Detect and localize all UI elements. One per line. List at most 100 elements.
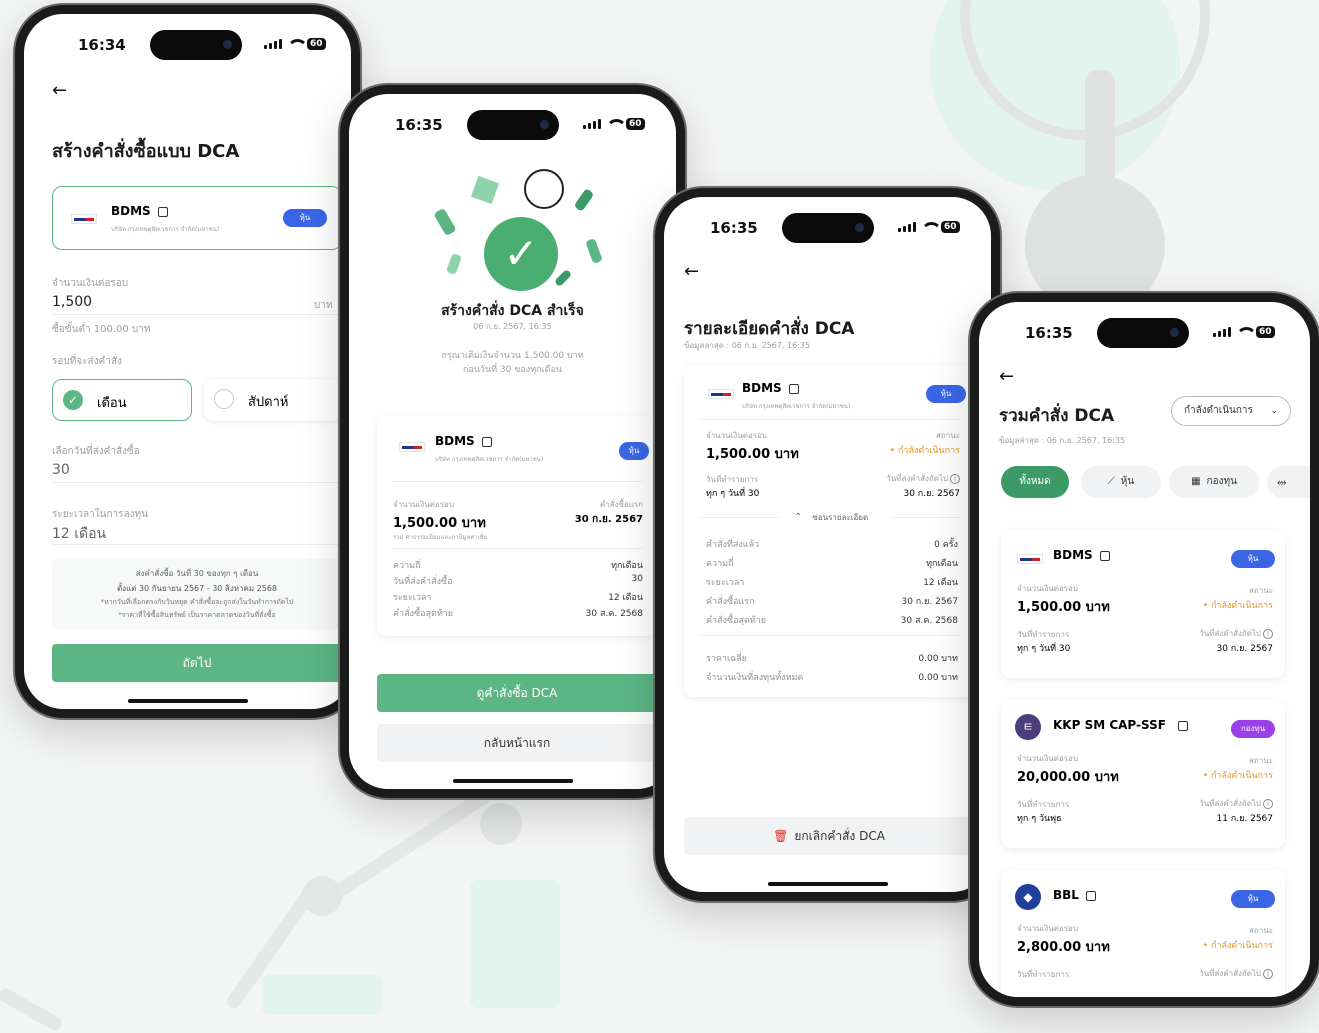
- badge: กองทุน: [1231, 720, 1275, 738]
- back-arrow-icon[interactable]: ←: [684, 261, 699, 282]
- check-circle-icon: ✓: [63, 390, 83, 410]
- chevron-down-icon: ⌄: [1270, 406, 1278, 416]
- hide-details-toggle[interactable]: ⌃ ซ่อนรายละเอียด: [794, 511, 868, 524]
- detail-row: วันที่ส่งคำสั่งซื้อ 30: [393, 574, 643, 587]
- option-month-label: เดือน: [97, 396, 127, 411]
- status-value: • กำลังดำเนินการ: [1202, 941, 1273, 951]
- next-order-label: วันที่ส่งคำสั่งถัดไป i: [1199, 797, 1273, 810]
- card-divider-2: [391, 548, 643, 549]
- toggle-line-left: [698, 517, 778, 518]
- period-label: ระยะเวลาในการลงทุน: [52, 509, 148, 520]
- battery-icon: 60: [626, 118, 645, 130]
- info-icon[interactable]: i: [1263, 799, 1273, 809]
- txn-label: วันที่ทำรายการ: [1017, 800, 1070, 809]
- signal-icon: [583, 119, 601, 129]
- card-name: KKP SM CAP-SSF: [1053, 718, 1166, 732]
- badge-stock: หุ้น: [283, 209, 327, 227]
- next-order-label: วันที่ส่งคำสั่งถัดไป i: [886, 472, 960, 485]
- amount-note: รวม ค่าธรรมเนียมและภาษีมูลค่าเพิ่ม: [393, 534, 488, 541]
- dca-order-card[interactable]: ◆ BBL หุ้น จำนวนเงินต่อรอบ 2,800.00 บาท …: [1001, 870, 1285, 997]
- bdms-logo-icon: [708, 389, 734, 399]
- dynamic-island: [782, 213, 874, 243]
- home-indicator: [767, 882, 888, 886]
- success-check-icon: ✓: [484, 217, 558, 291]
- radio-empty-icon: [214, 389, 234, 409]
- success-date: 06 ก.ย. 2567, 16:35: [473, 322, 552, 331]
- amount-label: จำนวนเงินต่อรอบ: [52, 278, 129, 289]
- view-dca-button[interactable]: ดูคำสั่งซื้อ DCA: [377, 674, 657, 712]
- wifi-icon: [1236, 326, 1257, 338]
- txn-label: วันที่ทำรายการ: [706, 475, 759, 484]
- phone-dca-detail: 16:35 60 ← รายละเอียดคำสั่ง DCA ข้อมูลล่…: [655, 188, 1000, 901]
- day-underline: [52, 482, 342, 483]
- tab-fund[interactable]: ▦ กองทุน: [1169, 466, 1259, 498]
- info-line-1: ส่งคำสั่งซื้อ วันที่ 30 ของทุก ๆ เดือน: [135, 569, 259, 578]
- building-icon: ▦: [1191, 476, 1201, 487]
- amount-value: 1,500.00 บาท: [393, 516, 486, 531]
- dca-order-card[interactable]: ㅌ KKP SM CAP-SSF กองทุน จำนวนเงินต่อรอบ …: [1001, 700, 1285, 848]
- status-time: 16:35: [395, 116, 443, 134]
- success-illustration: ✓: [429, 169, 609, 294]
- tab-stock[interactable]: ⟋ หุ้น: [1081, 466, 1161, 498]
- txn-value: ทุก ๆ วันที่ 30: [1017, 644, 1071, 654]
- tab-all[interactable]: ทั้งหมด: [1001, 466, 1069, 498]
- info-icon[interactable]: i: [1263, 629, 1273, 639]
- detail-row: ความถี่ ทุกเดือน: [706, 559, 958, 569]
- day-value[interactable]: 30: [52, 462, 70, 478]
- dynamic-island: [1097, 318, 1189, 348]
- page-title: รายละเอียดคำสั่ง DCA: [684, 319, 855, 339]
- card-divider: [391, 481, 643, 482]
- min-amount: ซื้อขั้นต่ำ 100.00 บาท: [52, 324, 151, 335]
- stock-subtitle: บริษัท กรุงเทพดุสิตเวชการ จำกัด(มหาชน): [742, 403, 851, 410]
- phone-create-dca: 16:34 60 ← สร้างคำสั่งซื้อแบบ DCA BDMS บ…: [15, 5, 360, 718]
- back-arrow-icon[interactable]: ←: [52, 80, 67, 101]
- amount-label: จำนวนเงินต่อรอบ: [393, 500, 454, 509]
- tab-more[interactable]: ⥈: [1267, 466, 1310, 498]
- info-icon[interactable]: i: [950, 474, 960, 484]
- option-month[interactable]: ✓ เดือน: [52, 379, 192, 421]
- period-value[interactable]: 12 เดือน: [52, 523, 106, 545]
- stock-subtitle: บริษัท กรุงเทพดุสิตเวชการ จำกัด(มหาชน): [111, 226, 220, 233]
- bg-mint-bar-2: [262, 975, 382, 1015]
- stock-card[interactable]: BDMS บริษัท กรุงเทพดุสิตเวชการ จำกัด(มหา…: [52, 186, 342, 250]
- next-order-value: 30 ก.ย. 2567: [903, 489, 960, 499]
- detail-row: จำนวนเงินที่ลงทุนทั้งหมด 0.00 บาท: [706, 673, 958, 683]
- cycle-label: รอบที่จะส่งคำสั่ง: [52, 356, 122, 367]
- option-week[interactable]: สัปดาห์: [204, 379, 342, 421]
- amount-label: จำนวนเงินต่อรอบ: [706, 431, 767, 440]
- phone-dca-success: 16:35 60 ✓ สร้างคำสั่ง DCA สำเร็จ 06 ก.ย…: [340, 85, 685, 798]
- bdms-logo-icon: [399, 442, 425, 452]
- info-icon[interactable]: i: [1263, 969, 1273, 979]
- calendar-icon: [482, 437, 492, 447]
- bdms-logo-icon: [1017, 554, 1043, 564]
- stock-subtitle: บริษัท กรุงเทพดุสิตเวชการ จำกัด(มหาชน): [435, 456, 544, 463]
- signal-icon: [1213, 327, 1231, 337]
- hand-coin-icon: ⥈: [1277, 475, 1287, 489]
- first-order-label: คำสั่งซื้อแรก: [599, 500, 643, 509]
- dca-order-card[interactable]: BDMS หุ้น จำนวนเงินต่อรอบ 1,500.00 บาท ส…: [1001, 530, 1285, 678]
- status-icons: 60: [898, 221, 960, 233]
- chevron-up-icon: ⌃: [794, 512, 803, 523]
- txn-value: ทุก ๆ วันพุธ: [1017, 814, 1062, 824]
- detail-row: ความถี่ ทุกเดือน: [393, 561, 643, 571]
- next-button[interactable]: ถัดไป: [52, 644, 342, 682]
- amount-value: 2,800.00 บาท: [1017, 940, 1110, 955]
- success-msg-2: ก่อนวันที่ 30 ของทุกเดือน: [462, 365, 563, 375]
- page-title: รวมคำสั่ง DCA: [999, 406, 1115, 426]
- home-indicator: [127, 699, 248, 703]
- calendar-icon: [1086, 891, 1096, 901]
- detail-row: ระยะเวลา 12 เดือน: [706, 578, 958, 588]
- battery-icon: 60: [307, 38, 326, 50]
- txn-label: วันที่ทำรายการ: [1017, 970, 1070, 979]
- home-button[interactable]: กลับหน้าแรก: [377, 724, 657, 762]
- info-line-4: *ราคาที่ใช้ซื้อสินทรัพย์ เป็นราคาตลาดของ…: [118, 611, 276, 619]
- detail-row: ราคาเฉลี่ย 0.00 บาท: [706, 654, 958, 664]
- cancel-dca-button[interactable]: 🗑 ยกเลิกคำสั่ง DCA: [684, 817, 974, 855]
- kkp-logo-icon: ㅌ: [1015, 714, 1041, 740]
- txn-value: ทุก ๆ วันที่ 30: [706, 489, 760, 499]
- back-arrow-icon[interactable]: ←: [999, 366, 1014, 387]
- txn-label: วันที่ทำรายการ: [1017, 630, 1070, 639]
- filter-dropdown[interactable]: กำลังดำเนินการ ⌄: [1171, 396, 1291, 426]
- amount-input[interactable]: 1,500: [52, 294, 92, 310]
- battery-icon: 60: [1256, 326, 1275, 338]
